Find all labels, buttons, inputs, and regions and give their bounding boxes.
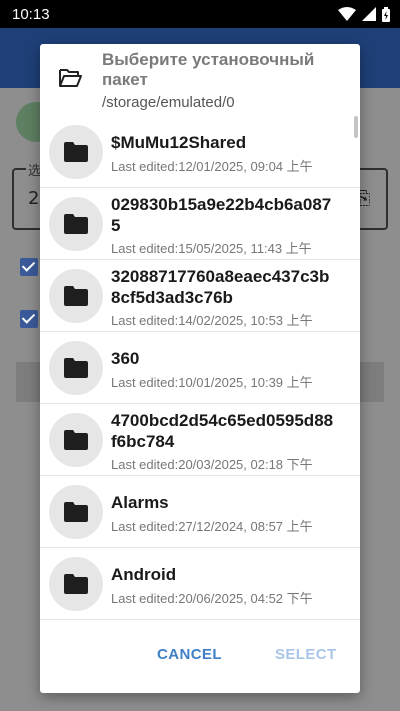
list-item[interactable]: 029830b15a9e22b4cb6a0875 Last edited:15/…	[40, 188, 360, 260]
background-checkbox-2	[20, 310, 38, 328]
folder-icon-circle	[49, 341, 103, 395]
folder-icon-circle	[49, 125, 103, 179]
folder-icon	[64, 358, 88, 378]
list-item[interactable]: 360 Last edited:10/01/2025, 10:39 上午	[40, 332, 360, 404]
folder-icon	[64, 502, 88, 522]
folder-icon-circle	[49, 197, 103, 251]
background-field-value: 2	[28, 188, 40, 209]
folder-open-icon	[59, 69, 82, 87]
list-item[interactable]: Android Last edited:20/06/2025, 04:52 下午	[40, 548, 360, 620]
wifi-icon	[338, 7, 356, 21]
folder-icon	[64, 214, 88, 234]
folder-last-edited: Last edited:20/03/2025, 02:18 下午	[111, 457, 313, 472]
folder-icon	[64, 574, 88, 594]
status-time: 10:13	[12, 5, 50, 23]
folder-name: 029830b15a9e22b4cb6a0875	[111, 195, 332, 235]
list-item[interactable]: 4700bcd2d54c65ed0595d88f6bc784 Last edit…	[40, 404, 360, 476]
list-scrollbar[interactable]	[354, 116, 358, 138]
folder-name: $MuMu12Shared	[111, 133, 247, 152]
folder-last-edited: Last edited:10/01/2025, 10:39 上午	[111, 375, 313, 390]
battery-charging-icon	[382, 6, 390, 22]
list-item[interactable]: Alarms Last edited:27/12/2024, 08:57 上午	[40, 476, 360, 548]
cellular-signal-icon	[362, 7, 376, 21]
folder-icon	[64, 430, 88, 450]
status-icons	[338, 6, 390, 22]
folder-icon	[64, 286, 88, 306]
folder-name: 360	[111, 349, 140, 368]
folder-last-edited: Last edited:20/06/2025, 04:52 下午	[111, 591, 313, 606]
folder-last-edited: Last edited:14/02/2025, 10:53 上午	[111, 313, 313, 328]
folder-last-edited: Last edited:15/05/2025, 11:43 上午	[111, 241, 312, 256]
folder-icon-circle	[49, 485, 103, 539]
dialog-title: Выберите установочный пакет	[102, 50, 315, 89]
file-picker-dialog: Выберите установочный пакет /storage/emu…	[40, 44, 360, 693]
dialog-actions: CANCEL SELECT	[40, 634, 360, 684]
select-button[interactable]: SELECT	[275, 646, 337, 663]
background-checkbox-1	[20, 258, 38, 276]
folder-icon-circle	[49, 413, 103, 467]
list-item[interactable]: $MuMu12Shared Last edited:12/01/2025, 09…	[40, 116, 360, 188]
folder-icon-circle	[49, 557, 103, 611]
folder-name: Android	[111, 565, 177, 584]
cancel-button[interactable]: CANCEL	[157, 646, 222, 663]
status-bar: 10:13	[0, 0, 400, 28]
folder-icon	[64, 142, 88, 162]
folder-last-edited: Last edited:27/12/2024, 08:57 上午	[111, 519, 313, 534]
folder-list[interactable]: $MuMu12Shared Last edited:12/01/2025, 09…	[40, 116, 360, 622]
list-item[interactable]: 32088717760a8eaec437c3b8cf5d3ad3c76b Las…	[40, 260, 360, 332]
folder-name: Alarms	[111, 493, 169, 512]
folder-name: 32088717760a8eaec437c3b8cf5d3ad3c76b	[111, 267, 330, 307]
dialog-header: Выберите установочный пакет /storage/emu…	[40, 44, 360, 116]
folder-icon-circle	[49, 269, 103, 323]
folder-last-edited: Last edited:12/01/2025, 09:04 上午	[111, 159, 313, 174]
current-path: /storage/emulated/0	[102, 94, 235, 111]
folder-name: 4700bcd2d54c65ed0595d88f6bc784	[111, 411, 334, 451]
